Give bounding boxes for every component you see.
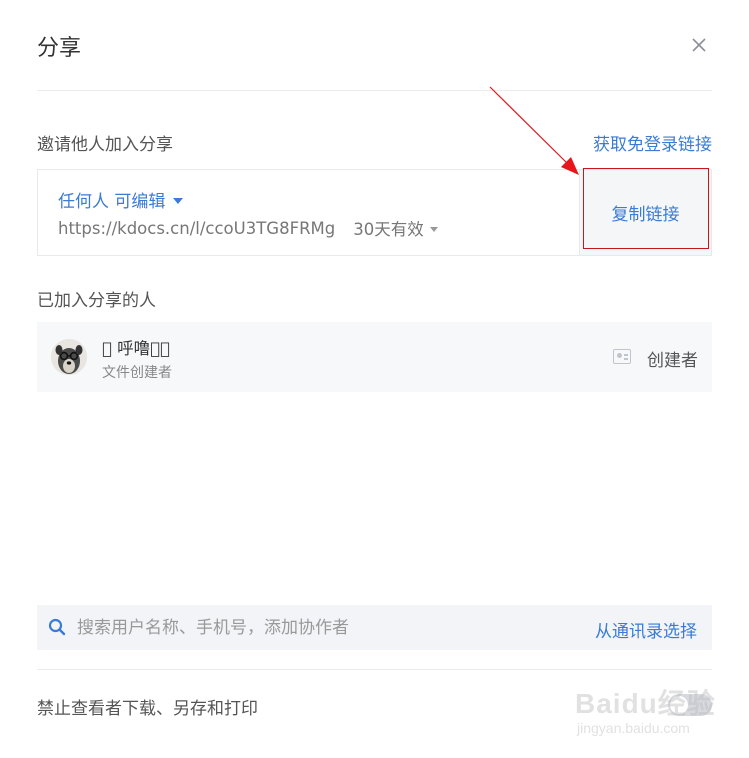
share-url: https://kdocs.cn/l/ccoU3TG8FRMg <box>58 218 336 238</box>
toggle-knob <box>670 696 688 714</box>
header-divider <box>37 90 712 91</box>
member-role: 创建者 <box>647 351 698 371</box>
member-row: ⃟ 呼噜娃⃟ 文件创建者 创建者 <box>37 322 712 392</box>
member-subtitle: 文件创建者 <box>102 365 172 381</box>
link-url-row: https://kdocs.cn/l/ccoU3TG8FRMg 30天有效 <box>58 216 438 240</box>
baidu-watermark: Baidu经验 jingyan.baidu.com <box>575 678 745 744</box>
share-link-box: 任何人 可编辑 https://kdocs.cn/l/ccoU3TG8FRMg … <box>37 169 712 256</box>
add-collaborator-search: 从通讯录选择 <box>37 605 712 650</box>
search-icon <box>48 618 66 636</box>
joined-members-label: 已加入分享的人 <box>37 291 156 311</box>
permission-label: 任何人 可编辑 <box>58 192 166 212</box>
close-icon[interactable] <box>688 34 710 56</box>
chevron-down-icon <box>173 197 184 204</box>
invite-label: 邀请他人加入分享 <box>37 135 173 155</box>
id-card-icon <box>613 349 631 364</box>
dialog-title: 分享 <box>37 36 82 61</box>
chevron-down-icon <box>429 226 438 232</box>
member-name: ⃟ 呼噜娃⃟ <box>102 339 170 358</box>
share-dialog: 分享 邀请他人加入分享 获取免登录链接 任何人 可编辑 https://kdoc… <box>0 0 749 758</box>
validity-dropdown[interactable]: 30天有效 <box>353 216 438 240</box>
avatar <box>51 339 87 375</box>
restrict-download-toggle[interactable] <box>668 694 712 716</box>
validity-label: 30天有效 <box>353 220 424 239</box>
restrict-download-label: 禁止查看者下载、另存和打印 <box>37 699 258 719</box>
copy-link-button[interactable]: 复制链接 <box>579 170 711 255</box>
footer-divider <box>37 669 712 670</box>
permission-dropdown[interactable]: 任何人 可编辑 <box>58 187 184 212</box>
search-input[interactable] <box>77 605 577 650</box>
watermark-sub: jingyan.baidu.com <box>577 720 690 736</box>
get-no-login-link[interactable]: 获取免登录链接 <box>593 130 712 155</box>
select-from-contacts-link[interactable]: 从通讯录选择 <box>595 617 697 642</box>
